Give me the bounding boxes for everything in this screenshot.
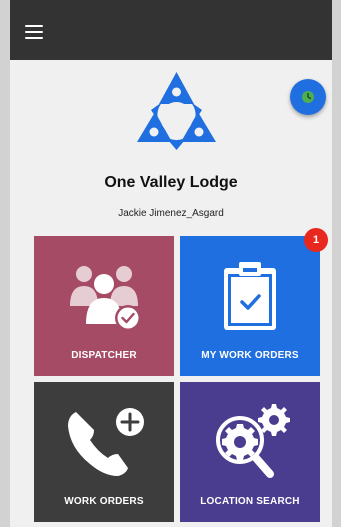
notification-badge: 1 — [304, 228, 328, 252]
my-work-orders-label: MY WORK ORDERS — [201, 350, 299, 361]
dispatcher-label: DISPATCHER — [71, 350, 137, 361]
my-work-orders-tile[interactable]: MY WORK ORDERS — [180, 236, 320, 376]
location-search-label: LOCATION SEARCH — [200, 496, 300, 507]
dispatcher-tile[interactable]: DISPATCHER — [34, 236, 174, 376]
work-orders-label: WORK ORDERS — [64, 496, 144, 507]
gear-search-icon — [216, 404, 290, 478]
location-search-tile[interactable]: LOCATION SEARCH — [180, 382, 320, 522]
status-button[interactable] — [290, 79, 326, 115]
clock-icon — [302, 91, 314, 103]
top-app-bar — [10, 0, 332, 60]
user-name: Jackie Jimenez_Asgard — [118, 208, 224, 219]
work-orders-tile[interactable]: WORK ORDERS — [34, 382, 174, 522]
app-frame: One Valley Lodge Jackie Jimenez_Asgard D… — [10, 0, 332, 527]
phone-plus-icon — [68, 408, 144, 476]
company-logo — [137, 72, 216, 150]
hamburger-menu-icon[interactable] — [25, 25, 45, 41]
clipboard-check-icon — [224, 262, 276, 330]
people-check-icon — [70, 266, 141, 331]
site-name: One Valley Lodge — [104, 174, 238, 191]
